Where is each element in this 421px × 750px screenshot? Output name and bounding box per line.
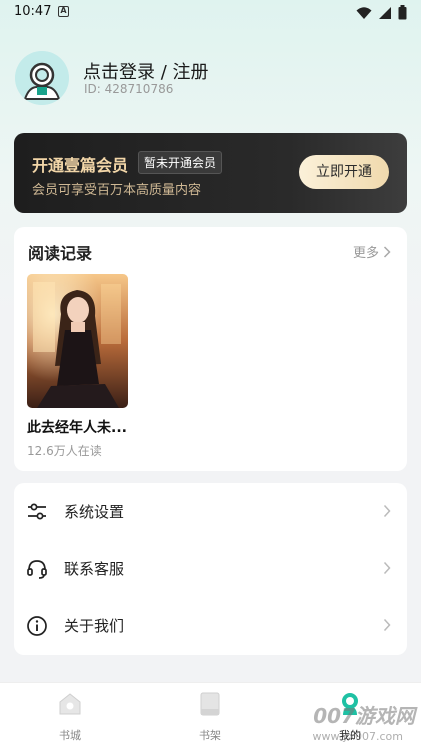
nav-label: 书架 xyxy=(199,729,221,742)
menu-item-system-settings[interactable]: 系统设置 xyxy=(14,483,407,540)
watermark-url: www.yx007.com xyxy=(312,730,403,743)
book-title[interactable]: 此去经年人未... xyxy=(27,417,127,437)
menu-label: 系统设置 xyxy=(64,503,125,521)
watermark: 007游戏网 xyxy=(313,704,415,728)
user-id: ID: 428710786 xyxy=(84,82,174,96)
more-link[interactable]: 更多 xyxy=(353,242,391,261)
signal-icon xyxy=(379,6,391,19)
login-register-link[interactable]: 点击登录 / 注册 xyxy=(83,58,209,84)
book-reader-count: 12.6万人在读 xyxy=(27,444,102,458)
bookshelf-icon xyxy=(200,692,220,716)
book-cover-illustration xyxy=(27,274,128,408)
chevron-right-icon xyxy=(383,618,391,632)
more-label: 更多 xyxy=(352,246,379,261)
menu-item-contact-support[interactable]: 联系客服 xyxy=(14,540,407,597)
default-avatar-icon xyxy=(15,51,69,105)
activate-vip-button[interactable]: 立即开通 xyxy=(299,155,389,189)
chevron-right-icon xyxy=(383,245,391,258)
headset-icon xyxy=(27,560,47,579)
vip-subtitle: 会员可享受百万本高质量内容 xyxy=(32,183,202,198)
nav-label: 书城 xyxy=(59,729,81,742)
status-notification-icon: A xyxy=(58,6,69,17)
chevron-right-icon xyxy=(383,561,391,575)
status-icons xyxy=(356,5,407,20)
battery-icon xyxy=(398,5,407,20)
wifi-icon xyxy=(356,6,372,19)
status-bar: 10:47 A xyxy=(0,0,421,26)
reading-history-card: 阅读记录 更多 此去经年人未... 12.6万人在读 xyxy=(14,227,407,471)
sliders-icon xyxy=(28,503,46,520)
vip-status-badge: 暂未开通会员 xyxy=(138,151,223,174)
info-icon xyxy=(27,616,47,636)
menu-label: 关于我们 xyxy=(64,617,125,635)
section-title: 阅读记录 xyxy=(28,244,93,263)
status-time: 10:47 xyxy=(14,4,52,19)
settings-menu: 系统设置 联系客服 关于我们 xyxy=(14,483,407,655)
book-cover[interactable] xyxy=(27,274,128,408)
chevron-right-icon xyxy=(383,504,391,518)
avatar[interactable] xyxy=(15,51,69,105)
menu-label: 联系客服 xyxy=(64,560,125,578)
nav-item-bookstore[interactable]: 书城 xyxy=(30,691,110,743)
vip-card[interactable]: 开通壹篇会员 暂未开通会员 会员可享受百万本高质量内容 立即开通 xyxy=(14,133,407,213)
nav-item-bookshelf[interactable]: 书架 xyxy=(170,691,250,743)
vip-title: 开通壹篇会员 xyxy=(32,156,129,175)
menu-item-about-us[interactable]: 关于我们 xyxy=(14,597,407,654)
home-icon xyxy=(59,693,81,715)
